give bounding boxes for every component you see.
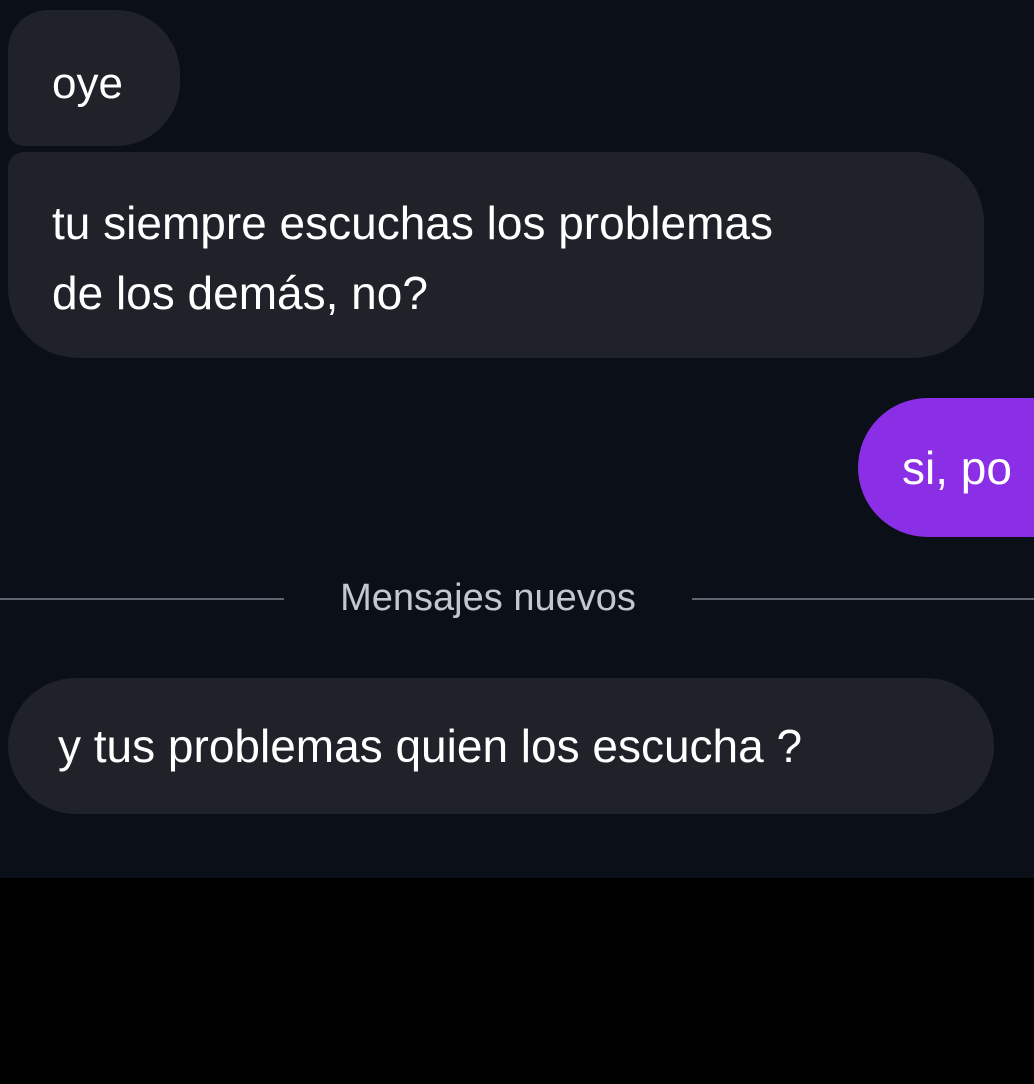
message-bubble-incoming[interactable]: oye (8, 10, 180, 146)
chat-thread: oye tu siempre escuchas los problemas de… (0, 0, 1034, 878)
new-messages-divider: Mensajes nuevos (0, 572, 1034, 622)
message-bubble-outgoing[interactable]: si, po (858, 398, 1034, 537)
message-text: y tus problemas quien los escucha ? (58, 720, 803, 772)
new-messages-label: Mensajes nuevos (340, 577, 636, 619)
message-bubble-incoming[interactable]: y tus problemas quien los escucha ? (8, 678, 994, 814)
message-text: oye (52, 59, 123, 108)
message-text: tu siempre escuchas los problemas de los… (52, 197, 773, 319)
message-bubble-incoming[interactable]: tu siempre escuchas los problemas de los… (8, 152, 984, 358)
divider-line-right (692, 598, 1034, 600)
divider-line-left (0, 598, 284, 600)
message-text: si, po (902, 442, 1012, 494)
